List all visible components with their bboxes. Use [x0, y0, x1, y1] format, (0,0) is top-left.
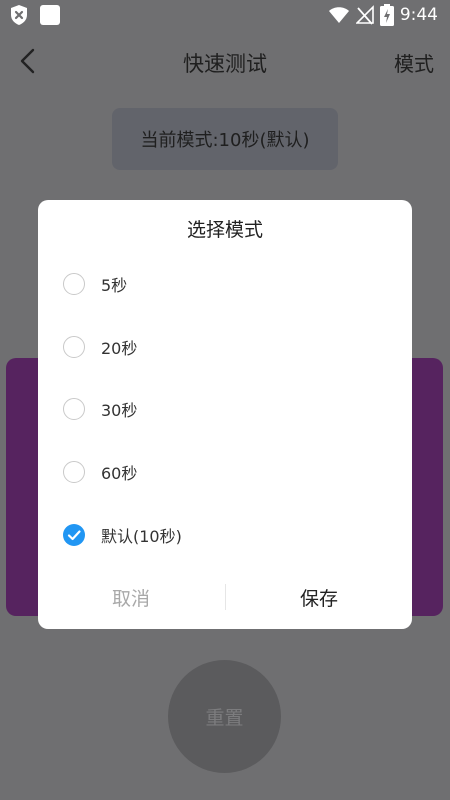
status-bar: 9:44 — [0, 0, 450, 30]
checkmark-icon — [67, 530, 81, 541]
status-left-icons — [10, 4, 60, 26]
button-divider — [225, 584, 226, 610]
option-20s[interactable]: 20秒 — [38, 321, 412, 373]
radio-unchecked-icon[interactable] — [63, 461, 85, 483]
option-60s[interactable]: 60秒 — [38, 446, 412, 498]
option-label: 60秒 — [101, 464, 138, 483]
shield-x-icon — [11, 5, 27, 25]
mode-select-dialog: 选择模式 5秒 20秒 30秒 60秒 默认(10秒) 取消 保存 — [38, 200, 412, 629]
wifi-icon — [328, 7, 349, 23]
cancel-button[interactable]: 取消 — [56, 572, 206, 622]
option-5s[interactable]: 5秒 — [38, 258, 412, 310]
radio-checked-icon[interactable] — [63, 524, 85, 546]
mode-button[interactable]: 模式 — [394, 48, 434, 77]
status-right-icons: 9:44 — [328, 4, 438, 26]
radio-unchecked-icon[interactable] — [63, 273, 85, 295]
reset-button[interactable]: 重置 — [168, 660, 281, 773]
option-label: 默认(10秒) — [101, 527, 182, 546]
option-label: 20秒 — [101, 339, 138, 358]
option-label: 30秒 — [101, 401, 138, 420]
page-title: 快速测试 — [183, 52, 267, 76]
radio-unchecked-icon[interactable] — [63, 336, 85, 358]
current-mode-label: 当前模式:10秒(默认) — [112, 108, 338, 170]
option-label: 5秒 — [101, 276, 128, 295]
radio-unchecked-icon[interactable] — [63, 398, 85, 420]
app-header: 快速测试 模式 — [0, 40, 450, 86]
status-time: 9:44 — [399, 5, 438, 25]
no-signal-icon — [355, 5, 374, 25]
option-default[interactable]: 默认(10秒) — [38, 509, 412, 561]
app-square-icon — [40, 5, 60, 25]
save-button[interactable]: 保存 — [244, 572, 394, 622]
option-30s[interactable]: 30秒 — [38, 383, 412, 435]
dialog-title: 选择模式 — [186, 219, 263, 241]
battery-charging-icon — [379, 4, 394, 26]
